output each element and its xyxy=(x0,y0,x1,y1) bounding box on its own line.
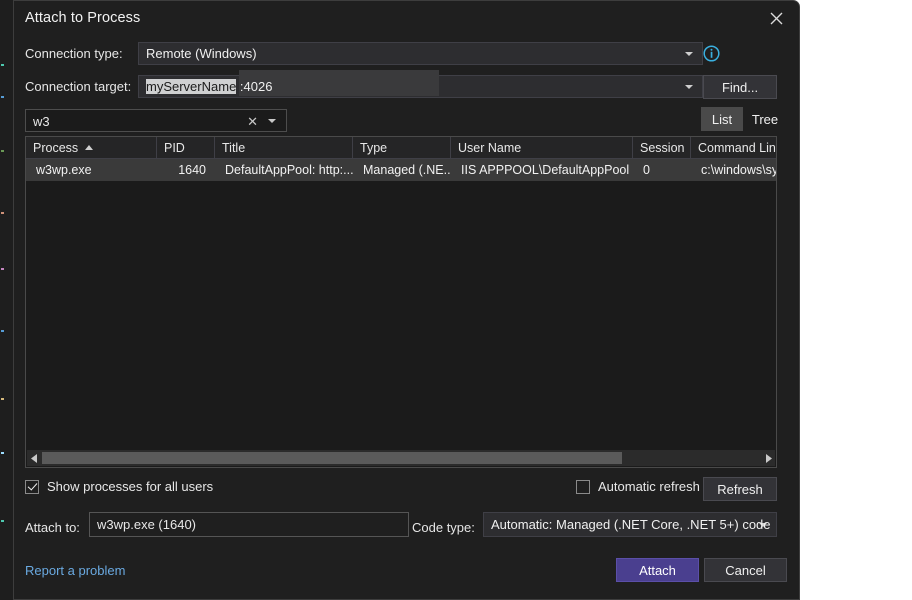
cell-pid: 1640 xyxy=(157,159,215,181)
scroll-right-icon[interactable] xyxy=(761,450,775,466)
checkbox-icon-checked xyxy=(25,480,39,494)
show-all-users-checkbox[interactable]: Show processes for all users xyxy=(25,479,213,494)
close-icon xyxy=(770,12,783,25)
dialog-title: Attach to Process xyxy=(25,10,140,26)
background-editor-sliver xyxy=(0,0,13,600)
automatic-refresh-label: Automatic refresh xyxy=(598,479,700,494)
code-type-value: Automatic: Managed (.NET Core, .NET 5+) … xyxy=(484,517,771,532)
cell-session: 0 xyxy=(633,159,691,181)
connection-target-label: Connection target: xyxy=(25,79,131,94)
horizontal-scrollbar[interactable] xyxy=(27,450,775,466)
show-all-users-label: Show processes for all users xyxy=(47,479,213,494)
connection-target-value: myServerName :4026 xyxy=(139,79,272,94)
column-header-process[interactable]: Process xyxy=(26,137,157,158)
connection-type-value: Remote (Windows) xyxy=(139,46,257,61)
attach-to-process-dialog: Attach to Process Connection type: Remot… xyxy=(13,0,800,600)
cell-user-name: IIS APPPOOL\DefaultAppPool xyxy=(451,159,633,181)
attach-button[interactable]: Attach xyxy=(616,558,699,582)
refresh-button[interactable]: Refresh xyxy=(703,477,777,501)
process-search-box[interactable]: w3 ✕ xyxy=(25,109,287,132)
process-list: Process PID Title Type User Name Session xyxy=(25,136,777,468)
column-header-user-name-label: User Name xyxy=(458,141,521,155)
checkbox-icon-unchecked xyxy=(576,480,590,494)
column-header-session[interactable]: Session xyxy=(633,137,691,158)
scroll-left-icon[interactable] xyxy=(27,450,41,466)
code-type-dropdown[interactable]: Automatic: Managed (.NET Core, .NET 5+) … xyxy=(483,512,777,537)
column-header-title-label: Title xyxy=(222,141,245,155)
sort-ascending-icon xyxy=(85,145,93,150)
table-row[interactable]: w3wp.exe 1640 DefaultAppPool: http:... M… xyxy=(26,159,776,181)
cell-title: DefaultAppPool: http:... xyxy=(215,159,353,181)
attach-to-label: Attach to: xyxy=(25,520,80,535)
column-header-command-line-label: Command Line xyxy=(698,141,777,155)
view-toggle-list[interactable]: List xyxy=(701,107,743,131)
column-header-session-label: Session xyxy=(640,141,684,155)
column-header-process-label: Process xyxy=(33,141,78,155)
info-icon[interactable] xyxy=(703,45,720,67)
report-a-problem-link[interactable]: Report a problem xyxy=(25,563,125,578)
view-toggle-tree[interactable]: Tree xyxy=(745,107,785,131)
connection-type-dropdown[interactable]: Remote (Windows) xyxy=(138,42,703,65)
column-header-title[interactable]: Title xyxy=(215,137,353,158)
title-bar: Attach to Process xyxy=(14,1,799,37)
close-button[interactable] xyxy=(753,1,799,35)
connection-type-label: Connection type: xyxy=(25,46,123,61)
chevron-down-icon xyxy=(685,52,693,56)
scrollbar-thumb[interactable] xyxy=(42,452,622,464)
cell-command-line: c:\windows\system xyxy=(691,159,777,181)
find-button[interactable]: Find... xyxy=(703,75,777,99)
attach-to-value: w3wp.exe (1640) xyxy=(90,517,196,532)
column-header-pid-label: PID xyxy=(164,141,185,155)
connection-target-port-text: :4026 xyxy=(236,79,272,94)
automatic-refresh-checkbox[interactable]: Automatic refresh xyxy=(576,479,700,494)
chevron-down-icon[interactable] xyxy=(268,119,276,123)
code-type-label: Code type: xyxy=(412,520,475,535)
cell-type: Managed (.NE... xyxy=(353,159,451,181)
cell-process: w3wp.exe xyxy=(26,159,157,181)
column-header-user-name[interactable]: User Name xyxy=(451,137,633,158)
column-header-command-line[interactable]: Command Line xyxy=(691,137,777,158)
process-list-header: Process PID Title Type User Name Session xyxy=(26,137,776,159)
attach-to-field[interactable]: w3wp.exe (1640) xyxy=(89,512,409,537)
column-header-pid[interactable]: PID xyxy=(157,137,215,158)
column-header-type-label: Type xyxy=(360,141,387,155)
clear-icon[interactable]: ✕ xyxy=(247,114,258,130)
chevron-down-icon xyxy=(685,85,693,89)
column-header-type[interactable]: Type xyxy=(353,137,451,158)
connection-target-dropdown[interactable]: myServerName :4026 xyxy=(138,75,703,98)
screen: Attach to Process Connection type: Remot… xyxy=(0,0,912,600)
cancel-button[interactable]: Cancel xyxy=(704,558,787,582)
connection-target-selected-text: myServerName xyxy=(146,79,236,94)
search-input-value[interactable]: w3 xyxy=(33,114,50,129)
